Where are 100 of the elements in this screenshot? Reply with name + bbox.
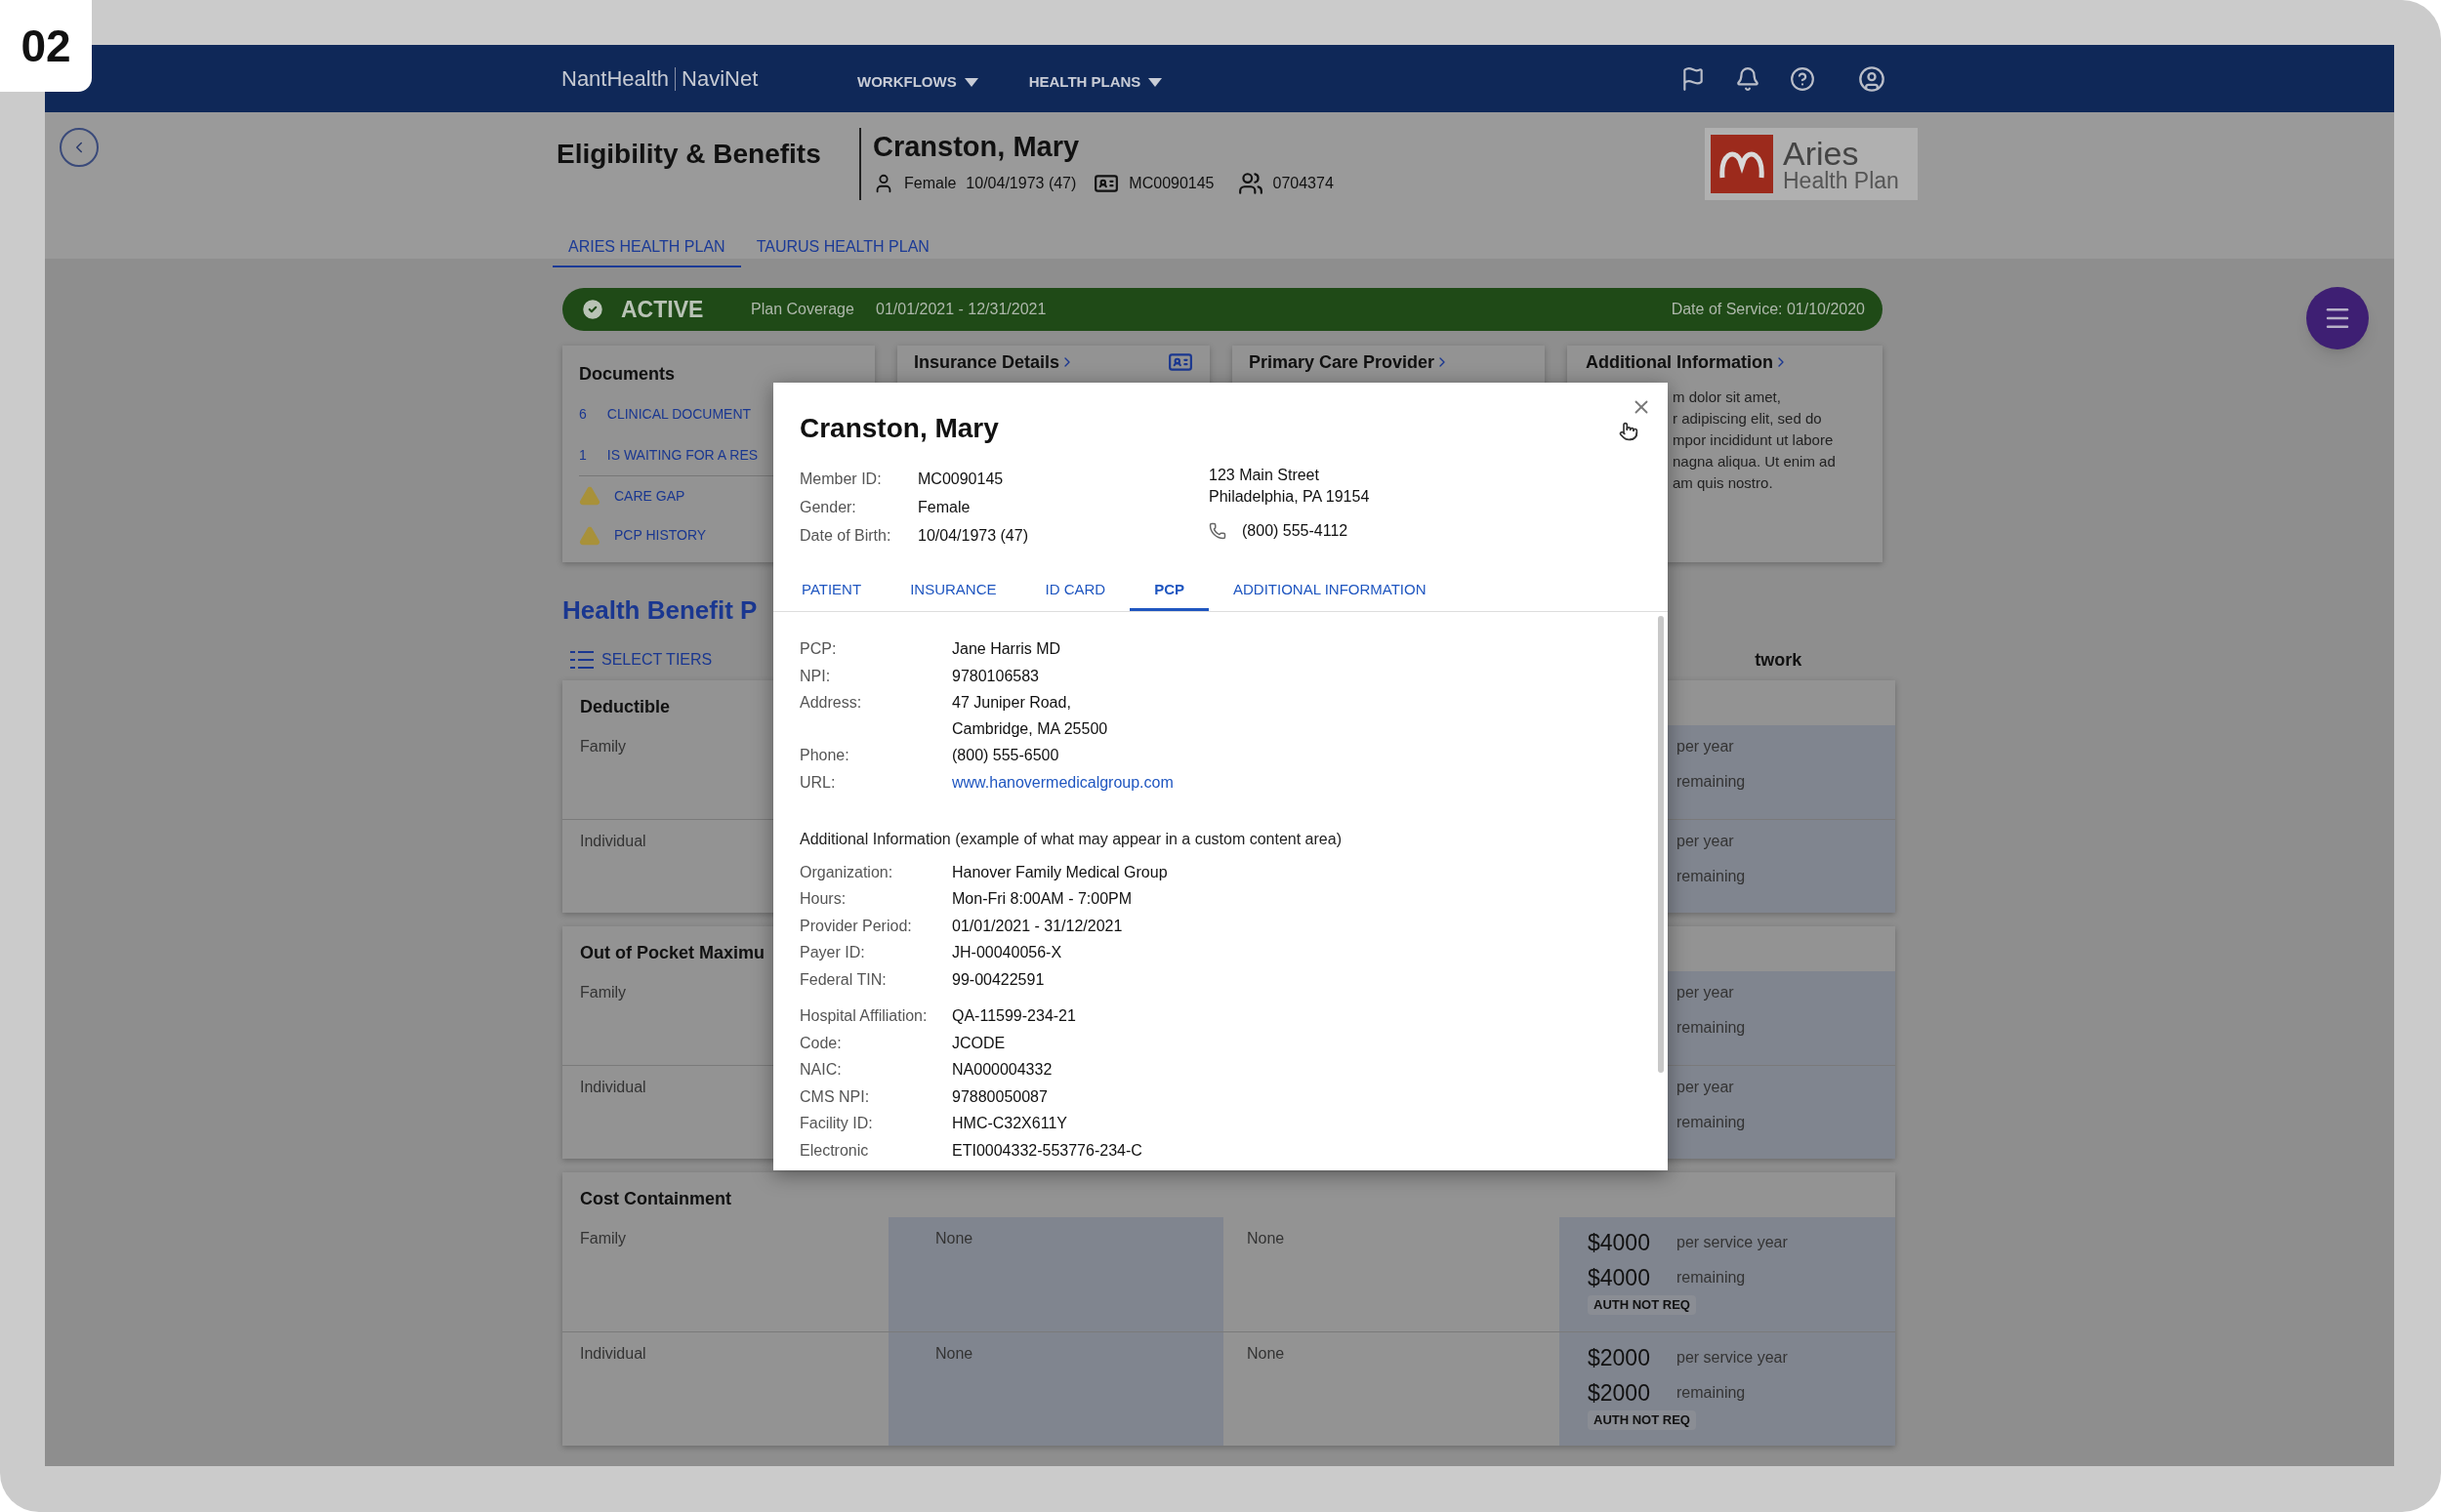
card-title: Insurance Details [914, 350, 1060, 374]
field-value: QA-11599-234-21 [952, 1006, 1076, 1027]
card-text-line: am quis nostro. [1673, 473, 1774, 493]
card-text-line: m dolor sit amet, [1673, 388, 1782, 407]
nav-menu[interactable]: HEALTH PLANS [1028, 71, 1163, 94]
field-value: (800) 555-6500 [952, 746, 1059, 765]
documents-title: Documents [579, 363, 676, 386]
warning-icon [579, 524, 600, 547]
field-value: Cambridge, MA 25500 [952, 719, 1108, 739]
table-cell: None [889, 1217, 1223, 1331]
dialog-tab[interactable]: INSURANCE [886, 571, 1021, 611]
field-label: PCP: [800, 639, 838, 659]
coverage-label: Plan Coverage [751, 300, 855, 319]
remaining-label: remaining [1676, 867, 1747, 886]
cursor-icon [1619, 422, 1638, 441]
field-label: Electronic [800, 1140, 870, 1161]
coverage-dates: 01/01/2021 - 12/31/2021 [876, 300, 1047, 319]
amount-unit: per year [1676, 737, 1735, 756]
field-label: Hours: [800, 889, 848, 910]
amount: $2000 [1588, 1343, 1651, 1372]
remaining-label: remaining [1676, 772, 1747, 792]
website-link[interactable]: www.hanovermedicalgroup.com [952, 768, 1174, 796]
service-date: Date of Service: 01/10/2020 [1671, 300, 1865, 319]
field-value: Hanover Family Medical Group [952, 862, 1168, 882]
user-icon[interactable] [1858, 64, 1885, 93]
field-label: Payer ID: [800, 943, 866, 963]
field-label: Provider Period: [800, 916, 913, 936]
brand-name: NantHealth [561, 65, 670, 93]
section-note: Additional Information (example of what may appear in a custom content area) [800, 830, 1343, 849]
dialog-tab[interactable]: PATIENT [777, 571, 887, 611]
plan-subtitle: Health Plan [1783, 169, 1899, 192]
patient-dob: 10/04/1973 (47) [966, 174, 1077, 193]
card-text-line: mpor incididunt ut labore [1673, 430, 1835, 450]
member-id: MC0090145 [1129, 174, 1215, 193]
row-label: Family [580, 738, 627, 755]
row-label: Individual [580, 833, 646, 849]
amount-unit: per service year [1676, 1348, 1788, 1368]
plan-tab[interactable]: ARIES HEALTH PLAN [553, 228, 741, 267]
address-line: 123 Main Street [1209, 466, 1320, 485]
remaining-amount: $2000 [1588, 1378, 1651, 1408]
field-value: JCODE [952, 1033, 1006, 1053]
page-title: Eligibility & Benefits [557, 138, 822, 171]
field-value: JH-00040056-X [952, 943, 1062, 963]
row-label: Family [580, 984, 627, 1001]
nav-menu[interactable]: WORKFLOWS [857, 71, 978, 94]
field-value: 10/04/1973 (47) [918, 525, 1028, 546]
back-button[interactable] [60, 128, 99, 167]
document-count: 1 [579, 445, 587, 465]
field-value: 01/01/2021 - 31/12/2021 [952, 916, 1123, 936]
phone-icon [1209, 522, 1226, 540]
field-label: Federal TIN: [800, 969, 888, 990]
field-label: Date of Birth: [800, 525, 892, 546]
dialog-tab[interactable]: ID CARD [1020, 571, 1131, 611]
field-label: Hospital Affiliation: [800, 1006, 929, 1027]
list-icon [570, 650, 594, 670]
dialog-tab[interactable]: PCP [1130, 571, 1209, 611]
remaining-amount: $4000 [1588, 1263, 1651, 1292]
document-label: IS WAITING FOR A RES [606, 445, 759, 465]
document-label: CLINICAL DOCUMENT [606, 404, 752, 424]
field-value: Female [918, 497, 971, 517]
column-heading: twork [1755, 648, 1802, 672]
amount-unit: per year [1676, 983, 1735, 1002]
card-text-line: nagna aliqua. Ut enim ad [1673, 452, 1837, 471]
field-label: CMS NPI: [800, 1086, 871, 1107]
field-value: 47 Juniper Road, [952, 693, 1072, 713]
menu-fab[interactable] [2306, 287, 2369, 349]
remaining-label: remaining [1676, 1113, 1747, 1132]
patient-name: Cranston, Mary [873, 130, 1081, 164]
notification-icon[interactable] [1735, 65, 1760, 92]
remaining-label: remaining [1676, 1383, 1746, 1403]
field-value: 9780106583 [952, 666, 1039, 686]
auth-tag: AUTH NOT REQ [1588, 1295, 1696, 1315]
amount-unit: per year [1676, 832, 1735, 851]
field-label: Phone: [800, 746, 850, 765]
row-label: Individual [580, 1079, 646, 1095]
ram-logo-icon [1711, 135, 1773, 193]
auth-tag: AUTH NOT REQ [1588, 1410, 1696, 1430]
card-text-line: r adipiscing elit, sed do [1673, 409, 1823, 429]
section-title: Cost Containment [580, 1189, 731, 1208]
warning-icon [579, 485, 600, 507]
flag-icon[interactable] [1680, 65, 1706, 92]
field-label: NAIC: [800, 1060, 843, 1081]
help-icon[interactable] [1790, 65, 1815, 92]
remaining-label: remaining [1676, 1268, 1746, 1287]
field-label: Address: [800, 693, 863, 713]
dialog-tab[interactable]: ADDITIONAL INFORMATION [1209, 571, 1451, 611]
field-label: URL: [800, 772, 837, 793]
field-value: Jane Harris MD [952, 639, 1061, 659]
field-label: Facility ID: [800, 1114, 874, 1134]
status-label: ACTIVE [621, 295, 705, 324]
field-value: 99-00422591 [952, 969, 1045, 990]
product-name: NaviNet [682, 65, 759, 93]
group-icon [1237, 171, 1263, 196]
row-label: Family [580, 1230, 627, 1246]
plan-tab[interactable]: TAURUS HEALTH PLAN [740, 228, 945, 267]
amount-unit: per year [1676, 1078, 1735, 1097]
address-line: Philadelphia, PA 19154 [1209, 487, 1370, 507]
table-cell-text: None [1246, 1344, 1286, 1364]
table-cell-text: None [1246, 1229, 1286, 1248]
group-id: 0704374 [1272, 174, 1334, 193]
